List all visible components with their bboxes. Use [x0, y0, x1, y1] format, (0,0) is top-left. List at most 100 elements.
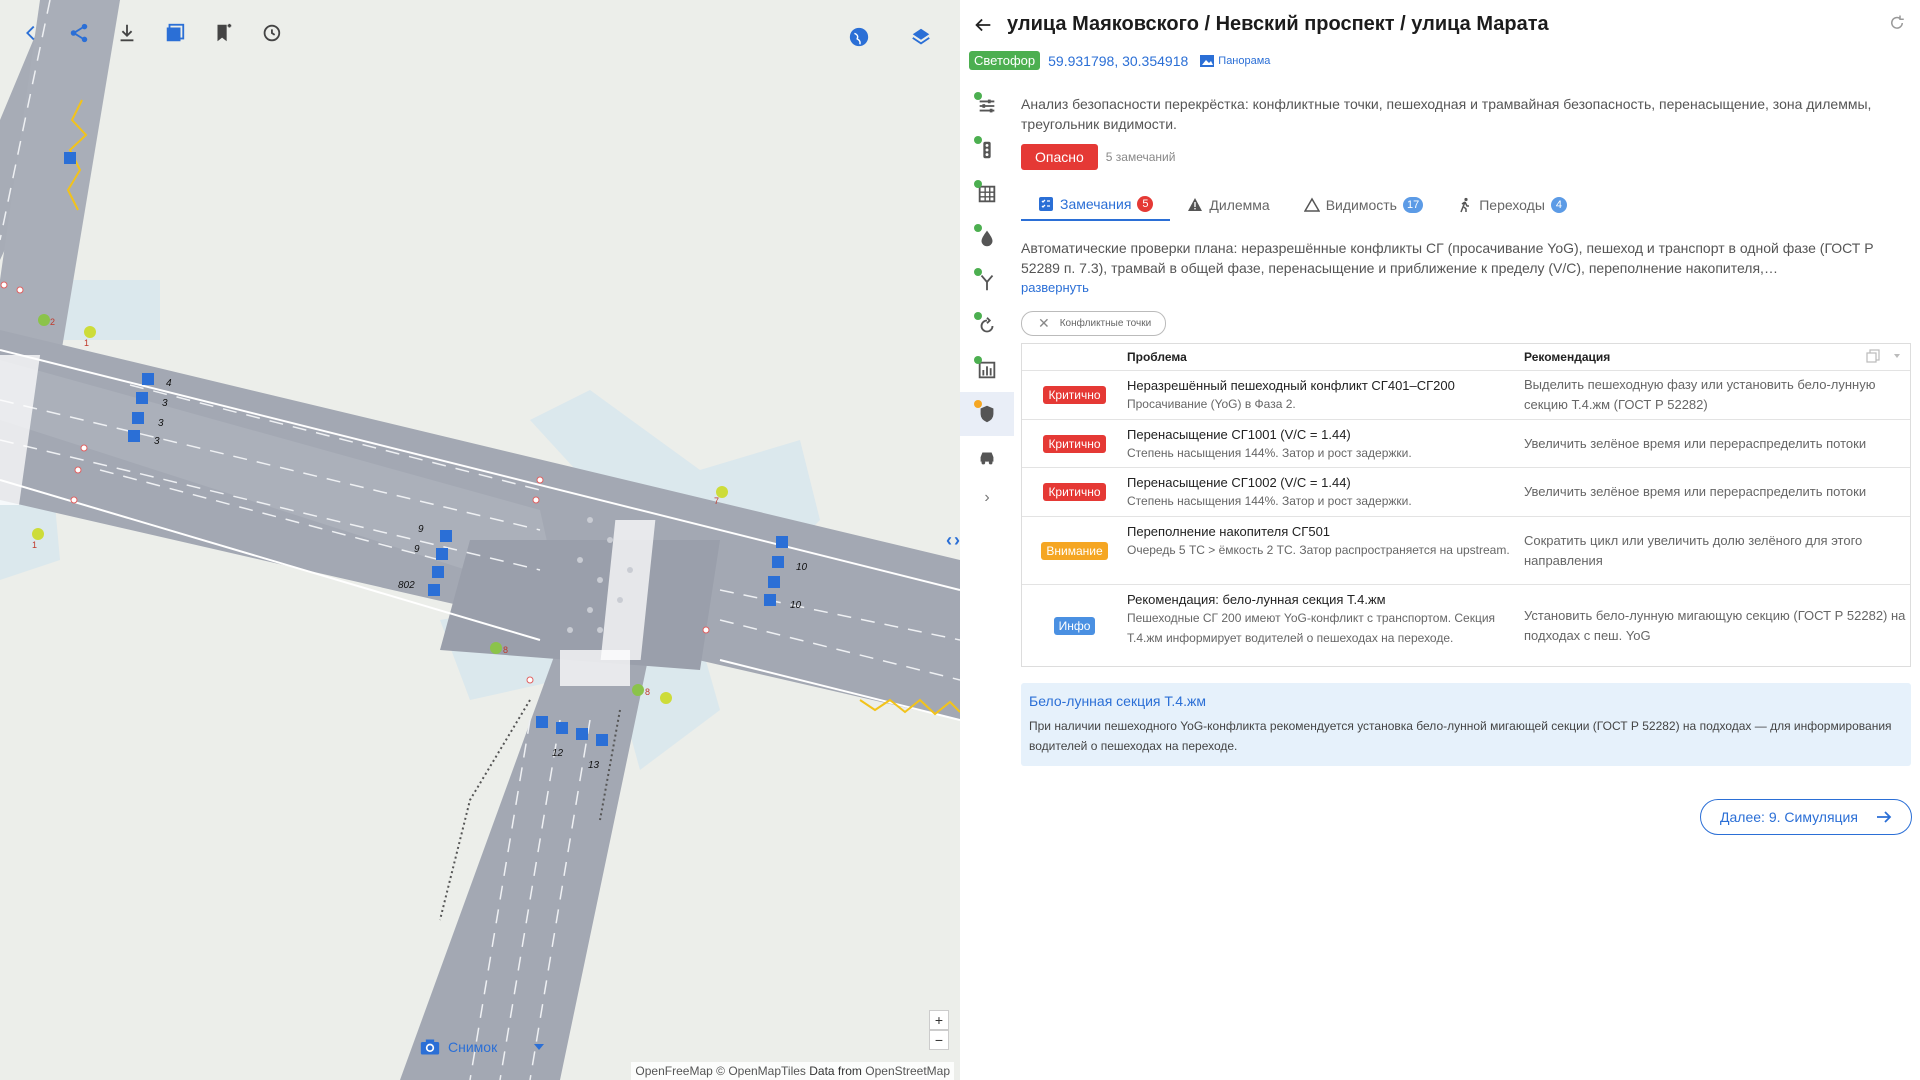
recommendation-text: Установить бело-лунную мигающую секцию (… [1524, 607, 1906, 643]
chip-label: Конфликтные точки [1059, 318, 1152, 329]
expand-link[interactable]: развернуть [1021, 280, 1089, 295]
danger-status-button[interactable]: Опасно [1021, 144, 1098, 170]
pedestrian-icon [1460, 197, 1470, 212]
table-row[interactable]: Критично Перенасыщение СГ1002 (V/C = 1.4… [1022, 467, 1910, 516]
history-icon[interactable] [256, 18, 286, 48]
sidebar-item-cycle[interactable] [960, 304, 1014, 348]
analysis-description: Анализ безопасности перекрёстка: конфлик… [1021, 96, 1872, 132]
lane-label: 13 [588, 760, 600, 771]
table-row[interactable]: Критично Неразрешённый пешеходный конфли… [1022, 370, 1910, 419]
snapshot-dropdown-icon[interactable] [534, 1044, 544, 1050]
attribution-text: Data from [809, 1064, 862, 1078]
lane-label: 802 [398, 580, 415, 591]
sidebar-item-settings[interactable] [960, 84, 1014, 128]
share-icon[interactable] [64, 18, 94, 48]
header-meta: Светофор 59.931798, 30.354918 Панорама [969, 51, 1270, 70]
filter-chip-conflict-points[interactable]: ✕ Конфликтные точки [1021, 311, 1167, 336]
tab-label: Видимость [1325, 196, 1397, 213]
problem-title: Неразрешённый пешеходный конфликт СГ401–… [1127, 378, 1455, 393]
signal-label: 1 [32, 540, 37, 550]
severity-badge: Внимание [1041, 541, 1108, 560]
recommendation-text: Увеличить зелёное время или перераспреде… [1524, 484, 1867, 499]
panorama-link[interactable]: Панорама [1200, 54, 1270, 67]
column-header-problem[interactable]: Проблема [1127, 350, 1524, 364]
sidebar-item-stats[interactable] [960, 348, 1014, 392]
layers-icon[interactable] [906, 22, 936, 52]
refresh-icon[interactable] [1888, 14, 1906, 32]
tab-label: Замечания [1060, 195, 1132, 212]
tab-label: Дилемма [1209, 196, 1270, 213]
problem-detail: Пешеходные СГ 200 имеют YoG-конфликт с т… [1127, 611, 1496, 645]
lane-label: 3 [154, 436, 160, 447]
table-header: Проблема Рекомендация [1022, 344, 1910, 370]
globe-icon[interactable] [844, 22, 874, 52]
zoom-out-button[interactable]: − [929, 1030, 949, 1050]
triangle-icon [1303, 197, 1320, 212]
recommendation-text: Увеличить зелёное время или перераспреде… [1524, 435, 1867, 451]
severity-badge: Критично [1043, 483, 1106, 501]
info-box: Бело-лунная секция Т.4.жм При наличии пе… [1021, 683, 1911, 766]
intersection-map[interactable]: 4 3 3 3 9 9 802 10 10 12 13 2 8 8 7 1 1 [0, 0, 960, 1080]
step-sidebar: › [960, 84, 1014, 516]
back-icon[interactable] [16, 18, 46, 48]
problem-title: Рекомендация: бело-лунная секция Т.4.жм [1127, 592, 1386, 607]
info-box-title: Бело-лунная секция Т.4.жм [1029, 693, 1206, 709]
table-row[interactable]: Критично Перенасыщение СГ1001 (V/C = 1.4… [1022, 419, 1910, 467]
tab-dilemma[interactable]: Дилемма [1170, 188, 1286, 221]
coordinates-link[interactable]: 59.931798, 30.354918 [1048, 53, 1188, 69]
map-attribution: OpenFreeMap © OpenMapTiles Data from Ope… [631, 1062, 954, 1080]
table-row[interactable]: Инфо Рекомендация: бело-лунная секция Т.… [1022, 584, 1910, 666]
tab-count-badge: 4 [1550, 196, 1567, 213]
lane-label: 3 [158, 418, 164, 429]
lane-label: 3 [162, 398, 168, 409]
tab-visibility[interactable]: Видимость 17 [1287, 188, 1441, 221]
back-arrow-icon[interactable] [972, 14, 994, 36]
tab-remarks[interactable]: Замечания 5 [1021, 188, 1171, 221]
sidebar-item-simulation[interactable] [960, 436, 1014, 480]
signal-label: 8 [503, 645, 508, 655]
lane-label: 10 [796, 562, 808, 573]
tab-crossings[interactable]: Переходы 4 [1440, 188, 1584, 221]
chevron-down-icon[interactable] [1894, 354, 1900, 358]
lane-label: 10 [790, 600, 802, 611]
lane-label: 9 [414, 544, 420, 555]
attribution-link[interactable]: OpenStreetMap [865, 1064, 950, 1078]
camera-icon [420, 1039, 440, 1055]
zoom-in-button[interactable]: + [929, 1010, 949, 1030]
sidebar-item-drop[interactable] [960, 216, 1014, 260]
checks-description: Автоматические проверки плана: неразрешё… [1021, 240, 1874, 276]
signal-label: 8 [645, 687, 650, 697]
next-step-button[interactable]: Далее: 9. Симуляция [1700, 799, 1912, 835]
sidebar-expand-icon[interactable]: › [960, 480, 1014, 516]
tab-bar: Замечания 5 Дилемма Видимость 17 Переход… [1021, 188, 1911, 222]
page-title: улица Маяковского / Невский проспект / у… [1007, 13, 1549, 35]
sidebar-item-traffic-light[interactable] [960, 128, 1014, 172]
snapshot-button[interactable]: Снимок [420, 1038, 497, 1056]
problem-title: Перенасыщение СГ1001 (V/C = 1.44) [1127, 427, 1351, 442]
chevron-left-icon: ‹ [946, 530, 952, 550]
signal-label: 7 [714, 496, 719, 506]
bookmark-add-icon[interactable] [208, 18, 238, 48]
close-icon[interactable]: ✕ [1038, 315, 1050, 332]
attribution-link[interactable]: © OpenMapTiles [716, 1064, 806, 1078]
table-row[interactable]: Внимание Переполнение накопителя СГ501 Оч… [1022, 516, 1910, 584]
map-view[interactable]: 4 3 3 3 9 9 802 10 10 12 13 2 8 8 7 1 1 [0, 0, 960, 1080]
column-header-recommendation[interactable]: Рекомендация [1524, 350, 1910, 364]
sidebar-item-safety[interactable] [960, 392, 1014, 436]
problem-title: Переполнение накопителя СГ501 [1127, 524, 1331, 539]
lane-label: 4 [166, 378, 172, 389]
sidebar-item-grid[interactable] [960, 172, 1014, 216]
signal-label: 2 [50, 317, 55, 327]
checklist-icon [1039, 196, 1053, 211]
severity-badge: Критично [1043, 434, 1106, 453]
attribution-link[interactable]: OpenFreeMap [635, 1064, 712, 1078]
problem-detail: Очередь 5 ТС > ёмкость 2 ТС. Затор распр… [1127, 543, 1510, 557]
gallery-icon[interactable] [160, 18, 190, 48]
sidebar-item-fork[interactable] [960, 260, 1014, 304]
recommendation-text: Выделить пешеходную фазу или установить … [1524, 377, 1876, 412]
panel-collapse-toggle[interactable]: ‹ › [946, 530, 960, 551]
problem-detail: Степень насыщения 144%. Затор и рост зад… [1127, 446, 1412, 460]
copy-icon[interactable] [1866, 349, 1880, 363]
download-icon[interactable] [112, 18, 142, 48]
recommendation-text: Сократить цикл или увеличить долю зелёно… [1524, 532, 1863, 568]
